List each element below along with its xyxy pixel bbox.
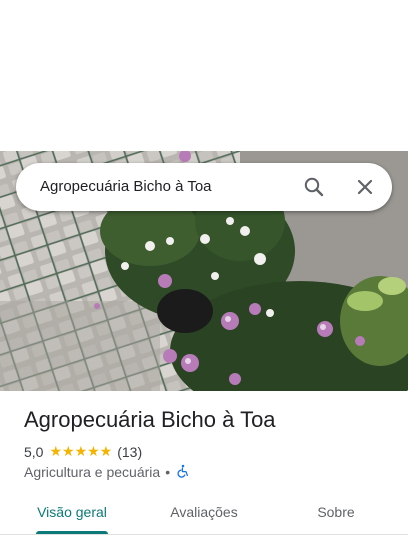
tabs-divider bbox=[0, 534, 408, 535]
category-row: Agricultura e pecuária • bbox=[24, 463, 190, 481]
tab-reviews[interactable]: Avaliações bbox=[154, 492, 254, 532]
search-input[interactable]: Agropecuária Bicho à Toa bbox=[40, 163, 212, 211]
search-bar[interactable]: Agropecuária Bicho à Toa bbox=[16, 163, 392, 211]
search-icon[interactable] bbox=[302, 175, 326, 199]
tab-bar: Visão geral Avaliações Sobre bbox=[0, 492, 408, 542]
map-area[interactable] bbox=[0, 0, 408, 151]
review-count[interactable]: (13) bbox=[117, 444, 142, 460]
place-category[interactable]: Agricultura e pecuária bbox=[24, 464, 160, 480]
rating-row[interactable]: 5,0 ★★★★★ (13) bbox=[24, 443, 142, 461]
place-title: Agropecuária Bicho à Toa bbox=[24, 407, 276, 432]
close-icon[interactable] bbox=[353, 175, 377, 199]
wheelchair-icon bbox=[176, 464, 190, 481]
star-rating: ★★★★★ bbox=[49, 444, 113, 460]
tab-overview[interactable]: Visão geral bbox=[22, 492, 122, 532]
separator-dot: • bbox=[165, 464, 171, 480]
tab-about[interactable]: Sobre bbox=[286, 492, 386, 532]
rating-value: 5,0 bbox=[24, 444, 44, 460]
